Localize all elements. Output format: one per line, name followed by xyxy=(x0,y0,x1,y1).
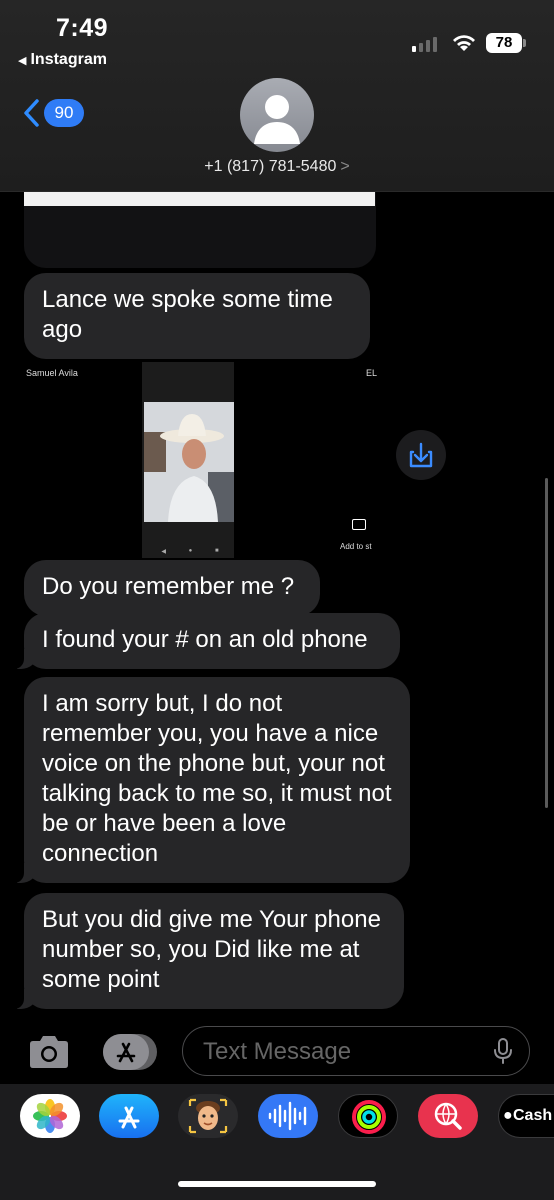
camera-icon[interactable] xyxy=(26,1032,72,1072)
message-bubble[interactable]: But you did give me Your phone number so… xyxy=(13,893,404,1009)
chevron-left-icon xyxy=(24,99,39,127)
app-store-toggle-button[interactable] xyxy=(103,1034,157,1070)
wifi-icon xyxy=(453,35,475,51)
apple-logo-icon: ● xyxy=(503,1107,513,1124)
attachment-nav-bar: ◀ ● ■ xyxy=(161,548,219,555)
contact-name[interactable]: +1 (817) 781-5480 > xyxy=(0,158,554,176)
microphone-icon[interactable] xyxy=(493,1037,513,1065)
web-search-app-icon[interactable] xyxy=(418,1094,478,1138)
memoji-app-icon[interactable] xyxy=(178,1094,238,1138)
apple-cash-app-icon[interactable]: ● Cash xyxy=(498,1094,554,1138)
message-text: Lance we spoke some time ago xyxy=(42,286,333,343)
attachment-username: Samuel Avila xyxy=(26,368,78,378)
apple-cash-label: Cash xyxy=(513,1107,553,1124)
scroll-indicator[interactable] xyxy=(545,478,548,808)
attachment-photo xyxy=(144,402,234,522)
person-silhouette-icon xyxy=(254,95,300,144)
add-to-story-label: Add to st xyxy=(340,542,372,551)
download-tray-icon xyxy=(409,442,433,468)
cellular-signal-icon xyxy=(412,36,437,52)
app-store-icon xyxy=(116,1042,136,1063)
conversation-header: 7:49 ◀ Instagram 78 90 +1 (817) 781-5480 > xyxy=(0,0,554,192)
chevron-right-icon: > xyxy=(340,158,350,175)
back-app-label: Instagram xyxy=(30,51,107,68)
audio-message-app-icon[interactable] xyxy=(258,1094,318,1138)
message-text: But you did give me Your phone number so… xyxy=(42,906,381,993)
message-bubble[interactable]: Lance we spoke some time ago xyxy=(24,273,370,359)
save-attachment-button[interactable] xyxy=(396,430,446,480)
home-indicator[interactable] xyxy=(178,1181,376,1187)
back-triangle-icon: ◀ xyxy=(18,55,27,67)
contact-number: +1 (817) 781-5480 xyxy=(204,158,337,175)
man-in-hat-photo xyxy=(144,402,234,522)
status-time: 7:49 xyxy=(56,14,109,42)
message-bubble[interactable]: I found your # on an old phone xyxy=(13,613,400,669)
contact-avatar[interactable] xyxy=(240,78,314,152)
photos-app-icon[interactable] xyxy=(20,1094,80,1138)
message-bubble[interactable]: Do you remember me ? xyxy=(24,560,320,616)
screenshot-attachment[interactable]: Samuel Avila EL ◀ ● ■ Add to st xyxy=(0,362,380,558)
text-message-input[interactable]: Text Message xyxy=(182,1026,530,1076)
unread-count-badge: 90 xyxy=(44,99,84,127)
add-to-story-icon xyxy=(352,519,366,530)
message-text: Do you remember me ? xyxy=(42,573,295,600)
message-text: I am sorry but, I do not remember you, y… xyxy=(42,690,392,867)
battery-indicator: 78 xyxy=(486,33,526,53)
app-store-app-icon[interactable] xyxy=(99,1094,159,1138)
back-to-app-link[interactable]: ◀ Instagram xyxy=(18,51,107,69)
message-bubble[interactable]: I am sorry but, I do not remember you, y… xyxy=(13,677,410,883)
message-text: I found your # on an old phone xyxy=(42,626,368,653)
activity-app-icon[interactable] xyxy=(338,1094,398,1138)
back-button[interactable]: 90 xyxy=(22,98,84,128)
previous-attachment-strip xyxy=(24,192,375,206)
attachment-cut-label: EL xyxy=(366,368,378,378)
message-input-bar: Text Message xyxy=(0,1018,554,1084)
input-placeholder: Text Message xyxy=(203,1038,352,1065)
